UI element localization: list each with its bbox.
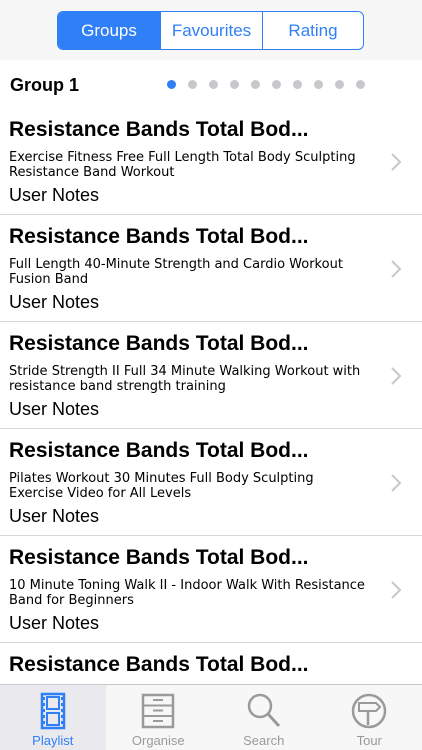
chevron-right-icon: [391, 474, 402, 492]
list-item[interactable]: Resistance Bands Total Bod... Stride Str…: [0, 322, 422, 429]
tab-tour[interactable]: Tour: [317, 685, 422, 750]
chevron-right-icon: [391, 260, 402, 278]
page-dot[interactable]: [188, 80, 197, 89]
item-description: Full Length 40-Minute Strength and Cardi…: [9, 257, 343, 287]
page-dot[interactable]: [356, 80, 365, 89]
item-description: Pilates Workout 30 Minutes Full Body Scu…: [9, 471, 314, 501]
list-item[interactable]: Resistance Bands Total Bod... Exercise F…: [0, 108, 422, 215]
tab-label: Playlist: [32, 733, 74, 748]
item-notes: User Notes: [9, 185, 100, 205]
tab-playlist[interactable]: Playlist: [0, 685, 106, 750]
page-dot[interactable]: [167, 80, 176, 89]
item-title: Resistance Bands Total Bod...: [9, 546, 309, 569]
page-dot[interactable]: [272, 80, 281, 89]
chevron-right-icon: [391, 581, 402, 599]
tab-label: Search: [243, 733, 285, 748]
top-bar: Groups Favourites Rating: [0, 0, 422, 60]
page-dot[interactable]: [209, 80, 218, 89]
page-dot[interactable]: [293, 80, 302, 89]
list-item[interactable]: Resistance Bands Total Bod... Pilates Wo…: [0, 429, 422, 536]
video-list: Resistance Bands Total Bod... Exercise F…: [0, 108, 422, 687]
chevron-right-icon: [391, 367, 402, 385]
page-dot[interactable]: [314, 80, 323, 89]
group-title: Group 1: [10, 75, 80, 95]
item-notes: User Notes: [9, 292, 100, 312]
item-title: Resistance Bands Total Bod...: [9, 225, 309, 248]
list-item[interactable]: Resistance Bands Total Bod... 10 Minute …: [0, 536, 422, 643]
item-description: Exercise Fitness Free Full Length Total …: [9, 150, 356, 180]
segment-groups[interactable]: Groups: [58, 12, 160, 49]
item-notes: User Notes: [9, 506, 100, 526]
film-icon: [40, 692, 65, 730]
tab-label: Tour: [356, 733, 382, 748]
page-indicator[interactable]: [167, 80, 377, 89]
item-notes: User Notes: [9, 399, 100, 419]
item-title: Resistance Bands Total Bod...: [9, 118, 309, 141]
tab-label: Organise: [131, 733, 185, 748]
tab-organise[interactable]: Organise: [106, 685, 212, 750]
cabinet-icon: [142, 693, 175, 729]
page-dot[interactable]: [230, 80, 239, 89]
tab-bar: Playlist Organise Search Tour: [0, 684, 422, 750]
tab-search[interactable]: Search: [211, 685, 317, 750]
magnifier-icon: [247, 693, 280, 728]
chevron-right-icon: [391, 153, 402, 171]
segment-favourites[interactable]: Favourites: [160, 12, 262, 49]
page-dot[interactable]: [335, 80, 344, 89]
item-title: Resistance Bands Total Bod...: [9, 332, 309, 355]
list-item[interactable]: Resistance Bands Total Bod...: [0, 643, 422, 687]
item-title: Resistance Bands Total Bod...: [9, 653, 309, 676]
item-title: Resistance Bands Total Bod...: [9, 439, 309, 462]
page-dot[interactable]: [251, 80, 260, 89]
segment-rating[interactable]: Rating: [262, 12, 363, 49]
item-description: 10 Minute Toning Walk II - Indoor Walk W…: [9, 578, 365, 608]
list-item[interactable]: Resistance Bands Total Bod... Full Lengt…: [0, 215, 422, 322]
signpost-icon: [352, 693, 387, 729]
item-notes: User Notes: [9, 613, 100, 633]
item-description: Stride Strength II Full 34 Minute Walkin…: [9, 364, 361, 394]
segmented-control: Groups Favourites Rating: [57, 11, 364, 50]
